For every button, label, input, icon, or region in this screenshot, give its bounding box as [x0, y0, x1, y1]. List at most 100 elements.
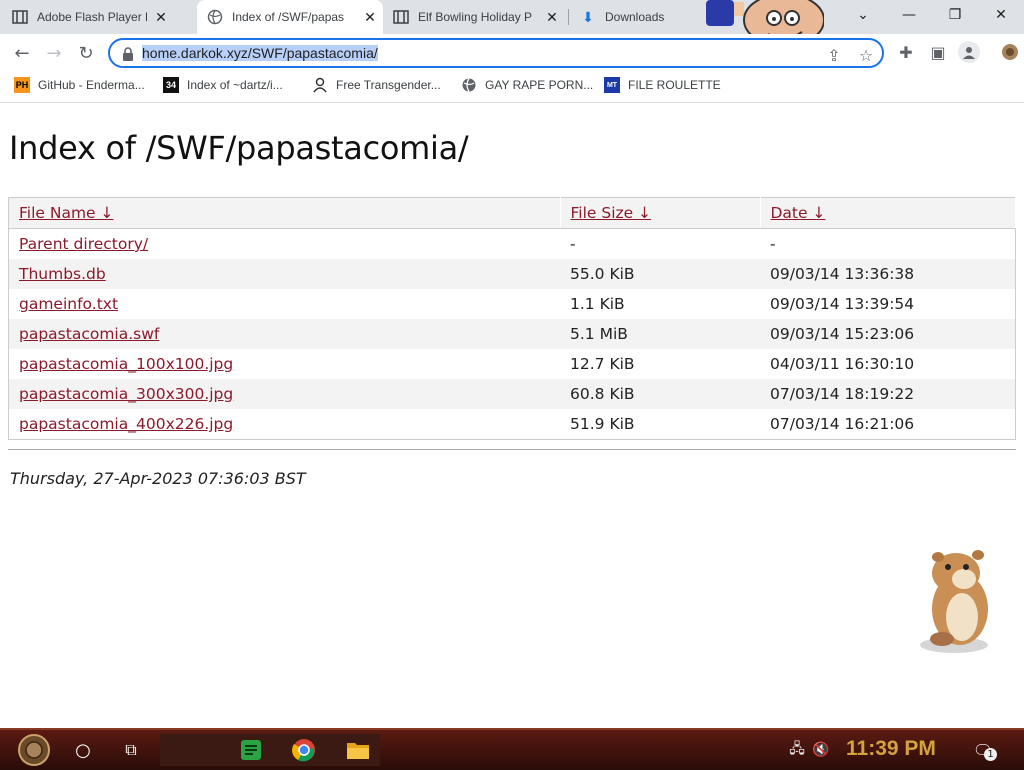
globe-icon	[461, 77, 477, 93]
sort-name-link[interactable]: File Name ↓	[19, 204, 114, 222]
file-date: 04/03/11 16:30:10	[770, 355, 915, 373]
file-link[interactable]: papastacomia.swf	[19, 325, 159, 343]
share-icon[interactable]: ⇪	[824, 45, 844, 65]
table-row: Parent directory/ - -	[9, 229, 1016, 260]
back-button[interactable]: ←	[9, 40, 35, 66]
bookmark-gay[interactable]: GAY RAPE PORN...	[461, 77, 593, 93]
globe-icon	[207, 9, 223, 25]
col-header-size[interactable]: File Size ↓	[560, 197, 761, 229]
bookmark-github[interactable]: PH GitHub - Enderma...	[14, 77, 145, 93]
bookmark-file-roulette[interactable]: MT FILE ROULETTE	[604, 77, 721, 93]
close-icon[interactable]: ✕	[153, 9, 169, 26]
bookmark-label: Index of ~dartz/i...	[187, 78, 283, 92]
file-date: 09/03/14 13:36:38	[760, 259, 1016, 289]
start-button[interactable]	[12, 734, 56, 766]
taskbar-clock[interactable]: 11:39 PM	[846, 737, 936, 761]
file-date: -	[770, 235, 776, 253]
file-size: 60.8 KiB	[560, 379, 760, 409]
table-row: papastacomia_300x300.jpg 60.8 KiB 07/03/…	[8, 379, 1016, 409]
archive-icon	[393, 9, 409, 25]
hamster-pet-icon[interactable]	[914, 547, 1004, 657]
site-favicon-icon: 34	[163, 77, 179, 93]
file-size: 1.1 KiB	[570, 295, 625, 313]
file-size: 55.0 KiB	[560, 259, 760, 289]
volume-muted-icon[interactable]: 🔇	[810, 734, 832, 766]
cortana-icon[interactable]: ○	[70, 734, 96, 766]
notification-count-badge: 1	[984, 748, 997, 761]
file-link[interactable]: Thumbs.db	[19, 265, 106, 283]
tab-downloads[interactable]: ⬇ Downloads	[580, 0, 685, 34]
file-link[interactable]: papastacomia_100x100.jpg	[19, 355, 233, 373]
file-explorer-icon[interactable]	[344, 734, 372, 766]
url-text[interactable]: home.darkok.xyz/SWF/papastacomia/	[142, 45, 378, 61]
task-view-icon[interactable]: ⧉	[118, 734, 144, 766]
file-size: 12.7 KiB	[570, 355, 635, 373]
taskbar: ○ ⧉ 🖧 🔇 11:39 PM 🗨 1	[0, 728, 1024, 770]
forward-button[interactable]: →	[41, 40, 67, 66]
table-row: papastacomia_100x100.jpg 12.7 KiB 04/03/…	[9, 349, 1016, 379]
file-link[interactable]: papastacomia_400x226.jpg	[19, 415, 233, 433]
bookmark-star-icon[interactable]: ☆	[856, 45, 876, 65]
file-link[interactable]: Parent directory/	[19, 235, 148, 253]
reload-button[interactable]: ↻	[73, 40, 99, 66]
server-timestamp: Thursday, 27-Apr-2023 07:36:03 BST	[10, 469, 306, 488]
bookmark-label: FILE ROULETTE	[628, 78, 721, 92]
col-header-date[interactable]: Date ↓	[760, 197, 1016, 229]
bookmark-label: GAY RAPE PORN...	[485, 78, 594, 92]
extensions-icon[interactable]: ✚	[896, 42, 916, 62]
profile-avatar[interactable]	[958, 41, 980, 63]
bookmarks-bar: PH GitHub - Enderma... 34 Index of ~dart…	[0, 72, 1024, 103]
file-listing-table: File Name ↓ File Size ↓ Date ↓ Parent di…	[8, 197, 1016, 440]
file-link[interactable]: gameinfo.txt	[19, 295, 118, 313]
menu-icon[interactable]	[998, 42, 1022, 62]
restore-button[interactable]: ❐	[932, 0, 978, 30]
bust-icon	[312, 77, 328, 93]
file-size: 51.9 KiB	[570, 415, 635, 433]
tab-elf-bowling[interactable]: Elf Bowling Holiday P ✕	[393, 0, 560, 34]
close-window-button[interactable]: ✕	[978, 0, 1024, 30]
divider	[8, 449, 1016, 450]
tab-index-of[interactable]: Index of /SWF/papas ✕	[197, 0, 383, 34]
table-row: papastacomia_400x226.jpg 51.9 KiB 07/03/…	[9, 409, 1016, 440]
lock-icon[interactable]	[122, 46, 134, 61]
table-row: Thumbs.db 55.0 KiB 09/03/14 13:36:38	[8, 259, 1016, 289]
col-header-name[interactable]: File Name ↓	[8, 197, 561, 229]
bookmark-index-dartz[interactable]: 34 Index of ~dartz/i...	[163, 77, 283, 93]
close-icon[interactable]: ✕	[362, 9, 378, 26]
sort-size-link[interactable]: File Size ↓	[571, 204, 652, 222]
spotify-like-icon[interactable]	[238, 734, 264, 766]
minimize-button[interactable]: —	[886, 0, 932, 30]
file-size: -	[570, 235, 576, 253]
tab-title: Elf Bowling Holiday P	[418, 10, 533, 24]
tab-search-icon[interactable]: ⌄	[840, 0, 886, 30]
mt-icon: MT	[604, 77, 620, 93]
ph-icon: PH	[14, 77, 30, 93]
bookmark-label: Free Transgender...	[336, 78, 441, 92]
notification-icon[interactable]: 🗨 1	[968, 734, 998, 766]
bookmark-free-transgender[interactable]: Free Transgender...	[312, 77, 441, 93]
file-link[interactable]: papastacomia_300x300.jpg	[19, 385, 233, 403]
file-date: 07/03/14 18:19:22	[760, 379, 1016, 409]
network-icon[interactable]: 🖧	[786, 734, 808, 766]
download-icon: ⬇	[582, 8, 594, 25]
tab-title: Adobe Flash Player Pr	[37, 10, 147, 24]
address-bar[interactable]: home.darkok.xyz/SWF/papastacomia/ ⇪ ☆	[108, 38, 884, 68]
tab-title: Downloads	[605, 10, 665, 24]
page-title: Index of /SWF/papastacomia/	[9, 129, 469, 167]
table-row: gameinfo.txt 1.1 KiB 09/03/14 13:39:54	[9, 289, 1016, 319]
sort-date-link[interactable]: Date ↓	[771, 204, 826, 222]
tab-adobe-flash[interactable]: Adobe Flash Player Pr ✕	[12, 0, 169, 34]
archive-icon	[12, 9, 28, 25]
table-row: papastacomia.swf 5.1 MiB 09/03/14 15:23:…	[8, 319, 1016, 349]
toolbar: ← → ↻ home.darkok.xyz/SWF/papastacomia/ …	[0, 34, 1024, 72]
bookmark-label: GitHub - Enderma...	[38, 78, 145, 92]
file-size: 5.1 MiB	[560, 319, 760, 349]
page-content: Index of /SWF/papastacomia/ File Name ↓ …	[0, 103, 1024, 728]
tab-strip: Adobe Flash Player Pr ✕ Index of /SWF/pa…	[0, 0, 1024, 57]
table-header-row: File Name ↓ File Size ↓ Date ↓	[8, 197, 1016, 229]
chrome-icon[interactable]	[290, 734, 318, 766]
file-date: 07/03/14 16:21:06	[770, 415, 915, 433]
tab-title: Index of /SWF/papas	[232, 10, 345, 24]
side-panel-icon[interactable]: ▣	[928, 42, 948, 62]
close-icon[interactable]: ✕	[544, 9, 560, 26]
